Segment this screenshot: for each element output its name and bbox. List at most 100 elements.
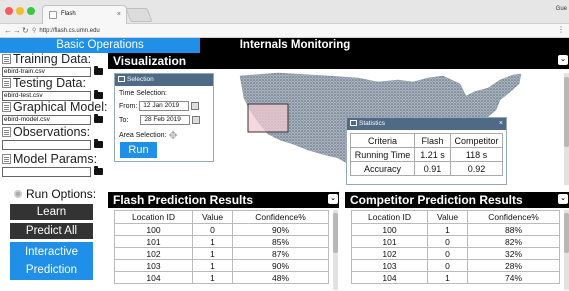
close-window-button[interactable] — [5, 7, 13, 15]
folder-icon[interactable] — [94, 66, 103, 76]
table-cell: 1 — [192, 235, 233, 248]
table-cell: 0.92 — [450, 161, 503, 176]
address-bar: ← → ↻ ⚲ http://flash.cs.umn.edu ⋮ — [0, 24, 569, 38]
competitor-results-scrollbar[interactable] — [564, 210, 569, 290]
visualization-panel: Visualization ⌄ Selection Time Selection… — [108, 53, 569, 185]
table-cell: 100 — [114, 223, 193, 236]
scroll-thumb[interactable] — [564, 77, 569, 147]
table-row: 104 1 74% — [351, 271, 560, 284]
table-cell: 0 — [427, 235, 468, 248]
table-cell: 85% — [232, 235, 329, 248]
graphical-model-input[interactable]: ebird-model.csv — [2, 114, 91, 125]
table-cell: 87% — [232, 247, 329, 260]
table-cell: 103 — [114, 259, 193, 272]
search-icon: ⚲ — [32, 28, 37, 34]
page-icon — [49, 11, 57, 19]
table-row: 102 0 32% — [351, 247, 560, 260]
folder-icon[interactable] — [94, 90, 103, 100]
training-data-label: Training Data: — [13, 52, 92, 66]
file-icon — [2, 78, 11, 88]
run-button[interactable]: Run — [120, 142, 157, 158]
table-header-row: Criteria Flash Competitor — [350, 133, 503, 148]
table-row: 103 1 90% — [114, 259, 329, 272]
forward-arrow-icon[interactable]: → — [13, 25, 21, 37]
predict-all-button[interactable]: Predict All — [10, 223, 93, 239]
table-row: 101 1 85% — [114, 235, 329, 248]
minimize-window-button[interactable] — [16, 7, 24, 15]
learn-button[interactable]: Learn — [10, 204, 93, 220]
time-selection-label: Time Selection: — [119, 90, 167, 97]
reload-icon[interactable]: ↻ — [22, 25, 29, 37]
new-tab-button[interactable] — [125, 8, 153, 22]
close-tab-icon[interactable]: × — [117, 6, 121, 23]
table-cell: 1 — [192, 271, 233, 284]
to-row: To: 28 Feb 2019 — [119, 115, 201, 125]
table-cell: 1 — [427, 271, 468, 284]
selection-header: Selection — [115, 74, 213, 86]
visualization-title: Visualization — [113, 54, 187, 68]
from-date-input[interactable]: 12 Jan 2019 — [139, 101, 190, 111]
statistics-dialog: Statistics × Criteria Flash Competitor Ru… — [346, 117, 507, 185]
column-header: Criteria — [350, 133, 415, 148]
table-cell: 104 — [351, 271, 428, 284]
from-label: From: — [119, 102, 138, 110]
calendar-picker-icon[interactable] — [192, 116, 201, 124]
chevron-down-icon[interactable]: ⌄ — [558, 55, 568, 65]
table-cell: 1.21 s — [414, 147, 451, 162]
table-row: 104 1 48% — [114, 271, 329, 284]
folder-icon[interactable] — [94, 114, 103, 124]
table-cell: 104 — [114, 271, 193, 284]
interactive-prediction-button[interactable]: Interactive Prediction — [10, 242, 93, 280]
chevron-down-icon[interactable]: ⌄ — [558, 194, 568, 204]
tab-internals-monitoring[interactable]: Internals Monitoring — [200, 38, 390, 53]
selection-dialog: Selection Time Selection: From: 12 Jan 20… — [114, 73, 214, 162]
testing-data-group: Testing Data: ebird-test.csv — [2, 77, 103, 101]
table-cell: 74% — [467, 271, 560, 284]
url-field[interactable]: ⚲ http://flash.cs.umn.edu — [32, 26, 100, 36]
area-selection-rectangle[interactable] — [247, 103, 289, 133]
file-icon — [2, 54, 11, 64]
calendar-picker-icon[interactable] — [191, 102, 200, 110]
area-row: Area Selection: ✥ — [119, 129, 178, 142]
flash-results-panel: Flash Prediction Results ⌄ Location ID V… — [108, 192, 339, 291]
flash-results-title: Flash Prediction Results — [113, 193, 254, 207]
list-icon — [2, 127, 11, 137]
run-options-label: Run Options: — [26, 187, 97, 201]
flash-results-scrollbar[interactable] — [333, 210, 338, 290]
table-cell: Accuracy — [350, 161, 415, 176]
visualization-header: Visualization ⌄ — [108, 53, 569, 69]
table-cell: 90% — [232, 223, 329, 236]
observations-label: Observations: — [13, 125, 91, 139]
scroll-thumb[interactable] — [564, 213, 569, 253]
visualization-scrollbar[interactable] — [564, 73, 569, 185]
table-header-row: Location ID Value Confidence% — [114, 210, 329, 224]
column-header: Competitor — [450, 133, 503, 148]
back-arrow-icon[interactable]: ← — [4, 25, 12, 37]
url-text: http://flash.cs.umn.edu — [39, 28, 100, 34]
folder-icon[interactable] — [94, 166, 103, 176]
guest-profile-label[interactable]: Gue — [556, 6, 567, 12]
area-selection-label: Area Selection: — [119, 132, 167, 139]
interactive-label: Interactive — [24, 246, 79, 258]
tab-basic-operations[interactable]: Basic Operations — [0, 38, 200, 53]
table-cell: 0.91 — [414, 161, 451, 176]
table-cell: 102 — [351, 247, 428, 260]
browser-menu-icon[interactable]: ⋮ — [557, 25, 565, 34]
testing-data-label: Testing Data: — [13, 76, 86, 90]
table-row: 100 0 90% — [114, 223, 329, 236]
scroll-thumb[interactable] — [333, 213, 338, 253]
maximize-window-button[interactable] — [27, 7, 35, 15]
close-icon[interactable]: × — [499, 118, 503, 130]
folder-icon[interactable] — [94, 139, 103, 149]
to-date-input[interactable]: 28 Feb 2019 — [140, 115, 191, 125]
crosshair-icon[interactable]: ✥ — [168, 129, 177, 142]
browser-tab[interactable]: Flash × — [42, 5, 127, 24]
observations-input[interactable] — [2, 139, 91, 150]
competitor-results-panel: Competitor Prediction Results ⌄ Location… — [345, 192, 569, 291]
model-params-input[interactable] — [2, 166, 91, 177]
chevron-down-icon[interactable]: ⌄ — [328, 194, 338, 204]
app-nav-bar: Basic Operations Internals Monitoring — [0, 38, 569, 53]
table-icon — [350, 120, 357, 126]
competitor-results-table: Location ID Value Confidence% 100 1 88% 10… — [351, 210, 560, 284]
column-header: Flash — [414, 133, 451, 148]
